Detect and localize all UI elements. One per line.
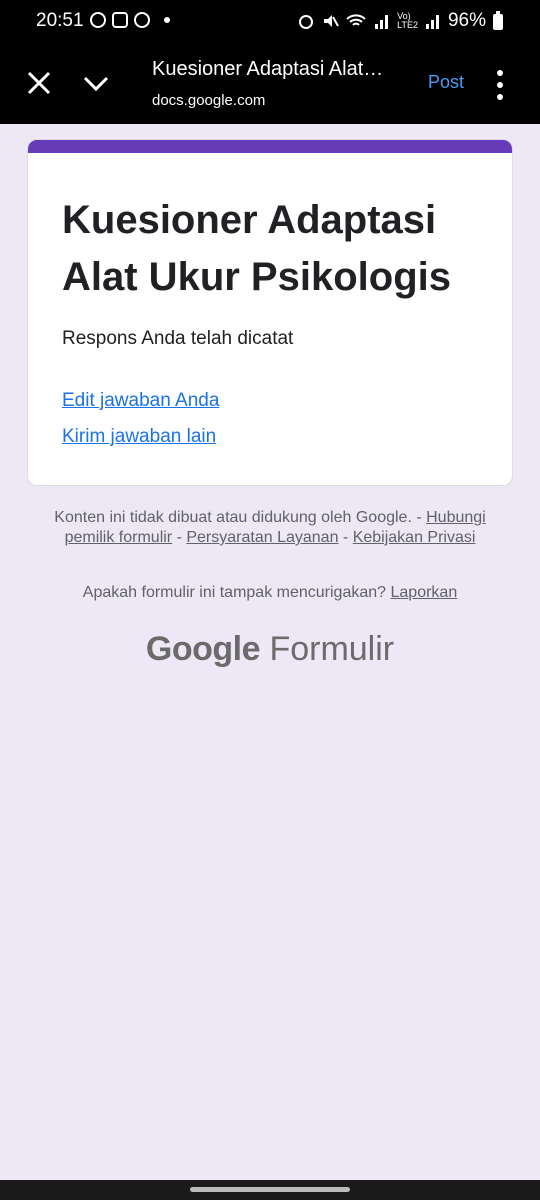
report-line: Apakah formulir ini tampak mencurigakan?… [0,584,540,602]
dot-icon [164,17,170,23]
brand-product: Formulir [269,630,395,668]
brand-google: Google [145,630,261,668]
separator: - [172,529,187,546]
battery-icon [493,11,503,30]
accent-bar [28,140,512,153]
edit-response-link[interactable]: Edit jawaban Anda [62,390,219,412]
submit-another-link[interactable]: Kirim jawaban lain [62,426,216,448]
separator: - [411,509,427,526]
whatsapp-icon [90,12,106,28]
navigation-bar [0,1180,540,1200]
more-options-icon[interactable] [492,70,508,100]
wifi-icon [346,14,366,26]
page-url: docs.google.com [152,92,266,109]
close-icon[interactable] [26,70,52,96]
status-bar: 20:51 Vo) LTE2 96% [0,0,540,42]
separator: - [338,529,353,546]
status-time: 20:51 [36,10,84,31]
report-link[interactable]: Laporkan [391,584,458,601]
page-title: Kuesioner Adaptasi Alat… [152,58,384,80]
google-forms-logo[interactable]: Google Formulir [0,630,540,669]
chevron-down-icon[interactable] [82,72,110,94]
footer-disclaimer: Konten ini tidak dibuat atau didukung ol… [40,508,500,548]
response-message: Respons Anda telah dicatat [62,328,294,349]
signal-icon [375,15,389,29]
app-bar: Kuesioner Adaptasi Alat… docs.google.com… [0,42,540,124]
report-question: Apakah formulir ini tampak mencurigakan? [82,584,387,601]
mute-icon [324,15,339,27]
form-card: Kuesioner Adaptasi Alat Ukur Psikologis … [27,139,513,486]
volte-icon: Vo) LTE2 [397,11,418,30]
disclaimer-text: Konten ini tidak dibuat atau didukung ol… [54,509,412,526]
battery-percent: 96% [447,10,486,31]
terms-link[interactable]: Persyaratan Layanan [186,529,338,546]
instagram-icon [112,12,128,28]
dnd-icon [134,12,150,28]
alarm-icon [299,15,314,29]
home-gesture-handle[interactable] [190,1187,350,1192]
signal-icon [425,15,439,29]
post-button[interactable]: Post [428,72,464,93]
form-title: Kuesioner Adaptasi Alat Ukur Psikologis [62,198,451,299]
privacy-link[interactable]: Kebijakan Privasi [353,529,476,546]
